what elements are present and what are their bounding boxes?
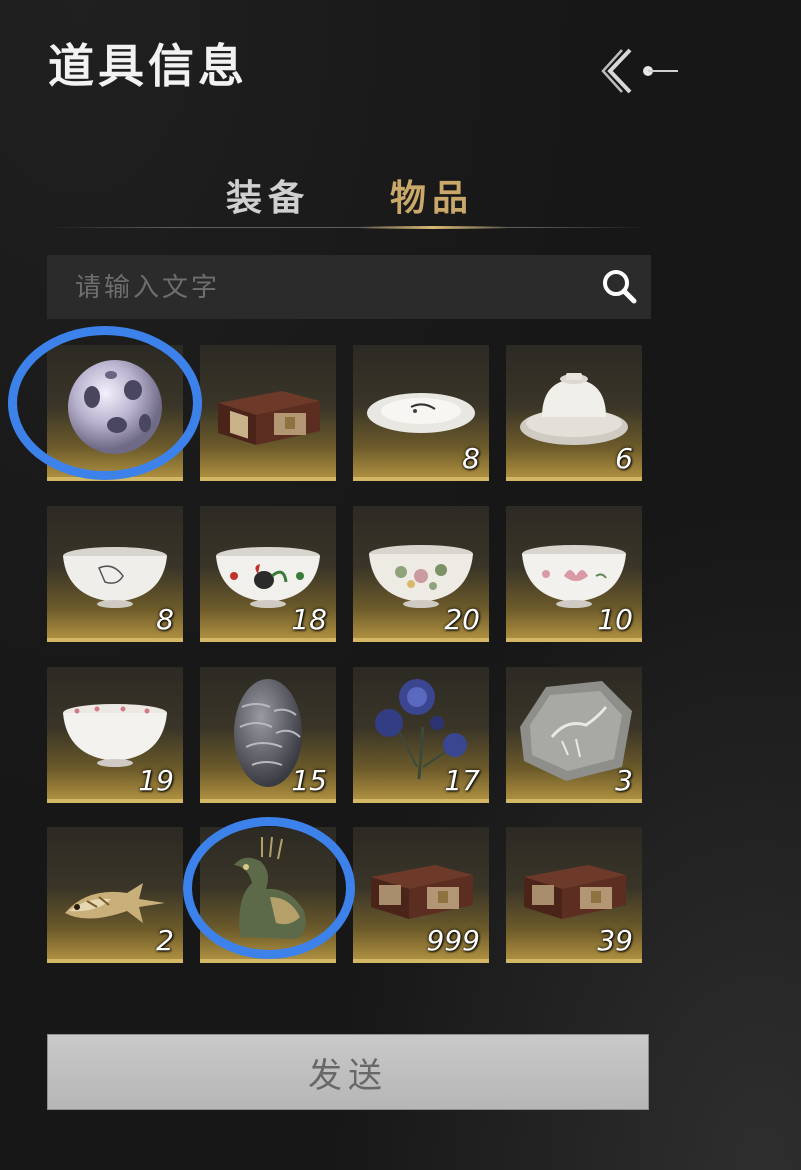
search-input[interactable] [73, 267, 577, 309]
item-slot-11[interactable]: 17 [353, 667, 489, 803]
item-slot-15[interactable]: 999 [353, 827, 489, 963]
item-slot-12[interactable]: 3 [506, 667, 642, 803]
item-quantity: 20 [444, 603, 480, 636]
bronze-bird-statue-icon [234, 836, 306, 939]
tab-bar: 装备 物品 [48, 165, 648, 231]
item-slot-1[interactable] [47, 345, 183, 481]
item-quantity: 19 [138, 764, 174, 797]
search-icon [603, 270, 637, 304]
item-slot-4[interactable]: 6 [506, 345, 642, 481]
item-quantity: 999 [426, 924, 480, 957]
item-slot-7[interactable]: 20 [353, 506, 489, 642]
tab-items[interactable]: 物品 [390, 169, 474, 221]
send-button-label: 发送 [308, 1055, 388, 1096]
item-quantity: 10 [597, 603, 633, 636]
item-quantity: 6 [615, 442, 633, 475]
item-slot-5[interactable]: 8 [47, 506, 183, 642]
back-button[interactable] [600, 46, 684, 96]
item-slot-3[interactable]: 8 [353, 345, 489, 481]
tab-active-indicator [358, 226, 508, 229]
item-slot-14[interactable] [200, 827, 336, 963]
item-quantity: 2 [156, 924, 174, 957]
send-button[interactable]: 发送 [47, 1034, 649, 1110]
tab-equipment[interactable]: 装备 [226, 169, 310, 221]
item-quantity: 3 [615, 764, 633, 797]
item-slot-10[interactable]: 15 [200, 667, 336, 803]
item-quantity: 17 [444, 764, 480, 797]
item-quantity: 8 [156, 603, 174, 636]
pearl-sphere-icon [68, 360, 162, 454]
search-button[interactable] [600, 266, 640, 306]
lacquer-chest-icon [218, 391, 320, 445]
item-slot-8[interactable]: 10 [506, 506, 642, 642]
back-arrow-icon [601, 48, 678, 94]
item-slot-13[interactable]: 2 [47, 827, 183, 963]
item-slot-16[interactable]: 39 [506, 827, 642, 963]
item-slot-9[interactable]: 19 [47, 667, 183, 803]
item-slot-6[interactable]: 18 [200, 506, 336, 642]
item-slot-2[interactable] [200, 345, 336, 481]
search-bar [47, 255, 651, 319]
tab-divider [48, 227, 648, 228]
page-title: 道具信息 [48, 39, 248, 93]
item-quantity: 15 [291, 764, 327, 797]
item-quantity: 18 [291, 603, 327, 636]
item-quantity: 39 [597, 924, 633, 957]
item-quantity: 8 [462, 442, 480, 475]
